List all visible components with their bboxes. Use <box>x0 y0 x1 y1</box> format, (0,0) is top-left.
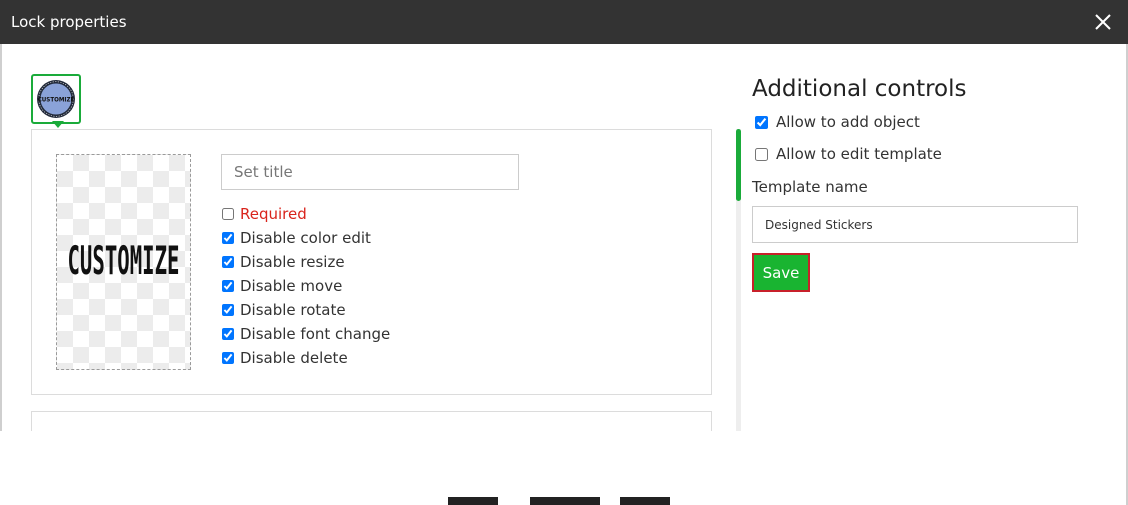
disable-rotate-label: Disable rotate <box>240 301 346 319</box>
disable-color-edit-checkbox[interactable] <box>222 232 234 244</box>
allow-edit-template-checkbox[interactable] <box>755 147 768 161</box>
save-button[interactable]: Save <box>752 253 810 292</box>
disable-delete-checkbox[interactable] <box>222 352 234 364</box>
panel-scrollbar[interactable] <box>736 129 741 431</box>
disable-resize-checkbox[interactable] <box>222 256 234 268</box>
panel-scrollbar-thumb[interactable] <box>736 129 741 201</box>
disable-delete-label: Disable delete <box>240 349 348 367</box>
disable-resize-label: Disable resize <box>240 253 345 271</box>
additional-controls-heading: Additional controls <box>752 76 967 102</box>
layer-preview: CUSTOMIZE <box>56 154 191 370</box>
disable-color-edit-label: Disable color edit <box>240 229 371 247</box>
background-fragment <box>448 497 498 505</box>
option-disable-color-edit[interactable]: Disable color edit <box>221 226 390 250</box>
option-disable-delete[interactable]: Disable delete <box>221 346 390 370</box>
preview-text: CUSTOMIZE <box>68 238 180 283</box>
dialog-titlebar: Lock properties <box>0 0 1128 44</box>
scroll-area-bottom <box>0 431 740 505</box>
option-required[interactable]: Required <box>221 202 390 226</box>
disable-font-change-checkbox[interactable] <box>222 328 234 340</box>
required-checkbox[interactable] <box>222 208 234 220</box>
template-name-label: Template name <box>752 178 868 196</box>
option-disable-rotate[interactable]: Disable rotate <box>221 298 390 322</box>
preview-artwork: CUSTOMIZE <box>68 238 180 283</box>
disable-rotate-checkbox[interactable] <box>222 304 234 316</box>
customize-badge-icon: CUSTOMIZE <box>37 80 75 118</box>
option-allow-add-object[interactable]: Allow to add object <box>755 113 920 131</box>
template-name-input[interactable] <box>752 206 1078 243</box>
required-label: Required <box>240 205 307 223</box>
dialog-title: Lock properties <box>11 13 127 31</box>
disable-move-checkbox[interactable] <box>222 280 234 292</box>
background-fragment <box>530 497 600 505</box>
close-button[interactable] <box>1092 11 1114 33</box>
allow-add-object-checkbox[interactable] <box>755 115 768 129</box>
disable-font-change-label: Disable font change <box>240 325 391 343</box>
allow-edit-template-label: Allow to edit template <box>776 145 942 163</box>
background-fragment <box>620 497 670 505</box>
option-disable-resize[interactable]: Disable resize <box>221 250 390 274</box>
close-icon <box>1095 14 1111 30</box>
option-disable-font-change[interactable]: Disable font change <box>221 322 390 346</box>
option-allow-edit-template[interactable]: Allow to edit template <box>755 145 942 163</box>
thumbnail-text: CUSTOMIZE <box>38 97 75 104</box>
layer-thumbnail-tab[interactable]: CUSTOMIZE <box>31 74 81 124</box>
lock-options-list: Required Disable color edit Disable resi… <box>221 202 390 370</box>
tab-pointer <box>52 121 64 128</box>
layer-title-input[interactable] <box>221 154 519 190</box>
layer-properties-card: CUSTOMIZE Required Disable color edit Di… <box>31 129 712 395</box>
option-disable-move[interactable]: Disable move <box>221 274 390 298</box>
disable-move-label: Disable move <box>240 277 343 295</box>
allow-add-object-label: Allow to add object <box>776 113 920 131</box>
